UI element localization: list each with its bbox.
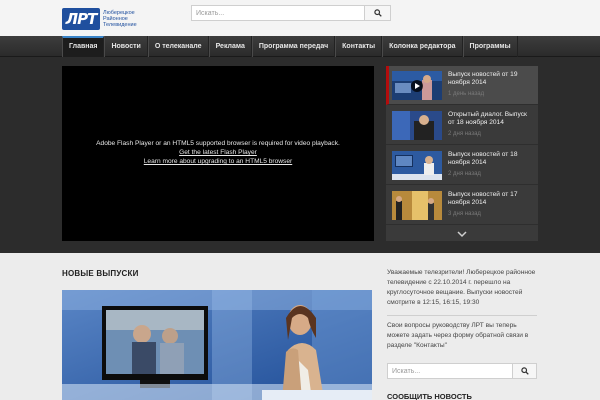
nav-items: Главная Новости О телеканале Реклама Про… xyxy=(62,36,518,57)
playlist-item-title: Выпуск новостей от 19 ноября 2014 xyxy=(448,71,518,86)
site-header: ЛРТ Люберецкое Районное Телевидение Иска… xyxy=(0,0,600,36)
sidebar-divider xyxy=(387,315,537,316)
header-search-input[interactable]: Искать... xyxy=(191,5,365,21)
logo-mark: ЛРТ xyxy=(62,8,100,30)
playlist-item-date: 2 дня назад xyxy=(448,131,481,137)
nav-item-schedule[interactable]: Программа передач xyxy=(251,36,336,57)
playlist-item-date: 3 дня назад xyxy=(448,211,481,217)
video-thumbnail xyxy=(392,151,442,180)
html5-browser-link[interactable]: Learn more about upgrading to an HTML5 b… xyxy=(62,157,374,166)
section-title: НОВЫЕ ВЫПУСКИ xyxy=(62,269,139,278)
playlist-item-date: 2 дня назад xyxy=(448,171,481,177)
sidebar-notice: Уважаемые телезрители! Люберецкое районн… xyxy=(387,269,536,306)
nav-item-advertising[interactable]: Реклама xyxy=(208,36,252,57)
page: ЛРТ Люберецкое Районное Телевидение Иска… xyxy=(0,0,600,400)
sidebar-search-input[interactable]: Искать... xyxy=(387,363,513,379)
search-icon xyxy=(520,367,529,375)
playlist-item[interactable]: Выпуск новостей от 17 ноября 2014 3 дня … xyxy=(386,186,538,225)
player-message-block: Adobe Flash Player or an HTML5 supported… xyxy=(62,139,374,166)
sidebar-contact-note: Свои вопросы руководству ЛРТ вы теперь м… xyxy=(387,322,529,349)
video-playlist: Выпуск новостей от 19 ноября 2014 1 день… xyxy=(386,66,538,241)
chevron-down-icon[interactable] xyxy=(452,229,472,239)
sidebar-search-button[interactable] xyxy=(513,363,537,379)
main-nav: Главная Новости О телеканале Реклама Про… xyxy=(0,36,600,57)
search-icon xyxy=(373,9,382,17)
video-player[interactable]: Adobe Flash Player or an HTML5 supported… xyxy=(62,66,374,241)
playlist-item-title: Выпуск новостей от 18 ноября 2014 xyxy=(448,151,518,166)
video-thumbnail xyxy=(392,191,442,220)
nav-item-editor-column[interactable]: Колонка редактора xyxy=(382,36,463,57)
sidebar-search: Искать... xyxy=(387,363,537,379)
playlist-item-date: 1 день назад xyxy=(448,91,485,97)
logo-text: Люберецкое Районное Телевидение xyxy=(103,10,147,28)
video-thumbnail xyxy=(392,111,442,140)
featured-news-image[interactable] xyxy=(62,290,372,400)
playlist-item[interactable]: Открытый диалог. Выпуск от 18 ноября 201… xyxy=(386,106,538,145)
player-message: Adobe Flash Player or an HTML5 supported… xyxy=(96,140,340,147)
video-thumbnail xyxy=(392,71,442,100)
logo-text-line: Телевидение xyxy=(103,22,137,28)
playlist-item[interactable]: Выпуск новостей от 18 ноября 2014 2 дня … xyxy=(386,146,538,185)
playlist-item-title: Выпуск новостей от 17 ноября 2014 xyxy=(448,191,518,206)
sidebar-heading: СООБЩИТЬ НОВОСТЬ xyxy=(387,392,472,400)
nav-item-home[interactable]: Главная xyxy=(62,36,105,57)
header-search-button[interactable] xyxy=(365,5,391,21)
flash-player-link[interactable]: Get the latest Flash Player xyxy=(62,148,374,157)
playlist-item-title: Открытый диалог. Выпуск от 18 ноября 201… xyxy=(448,111,527,126)
header-search: Искать... xyxy=(191,5,391,21)
nav-item-about[interactable]: О телеканале xyxy=(147,36,209,57)
nav-item-news[interactable]: Новости xyxy=(104,36,148,57)
playlist-item[interactable]: Выпуск новостей от 19 ноября 2014 1 день… xyxy=(386,66,538,105)
site-logo[interactable]: ЛРТ Люберецкое Районное Телевидение xyxy=(62,8,147,30)
nav-item-programs[interactable]: Программы xyxy=(462,36,518,57)
nav-item-contacts[interactable]: Контакты xyxy=(335,36,383,57)
